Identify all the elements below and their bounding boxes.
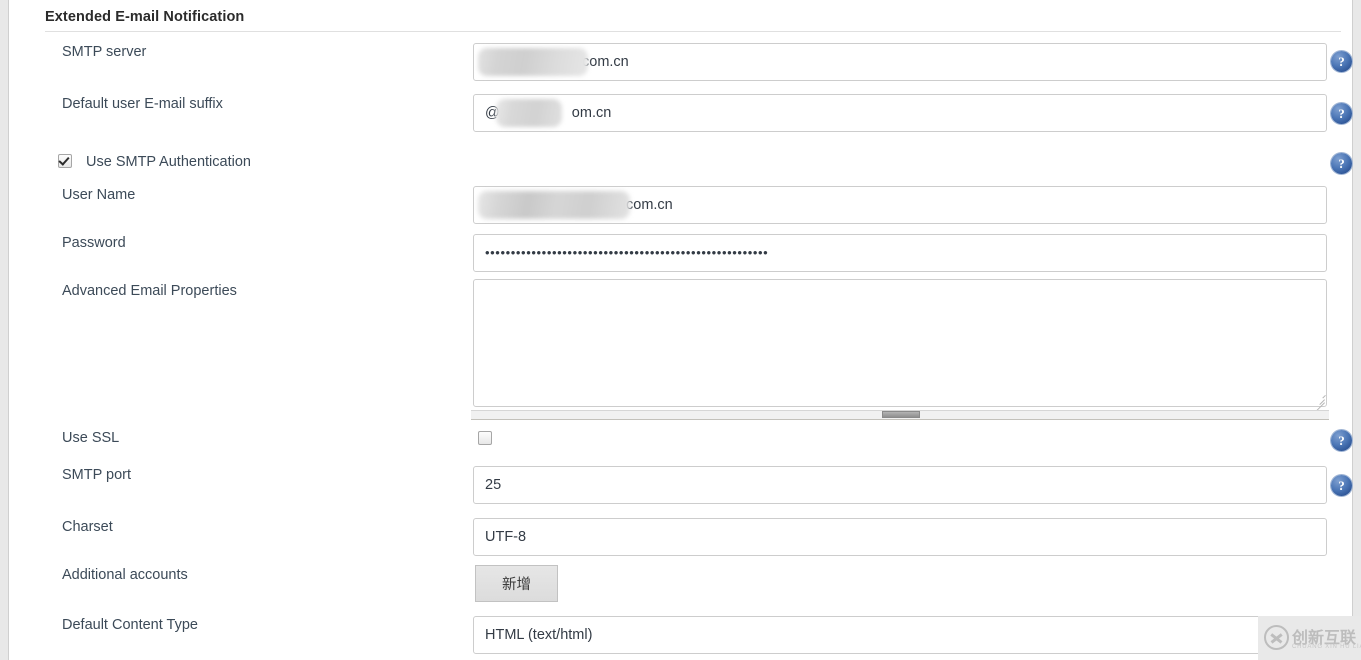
label-password: Password: [62, 235, 126, 251]
advanced-email-properties-textarea[interactable]: [473, 279, 1327, 407]
page-title: Extended E-mail Notification: [45, 9, 245, 25]
help-icon-glyph: ?: [1338, 433, 1345, 448]
use-smtp-auth-checkbox[interactable]: [58, 154, 72, 168]
label-additional-accounts: Additional accounts: [62, 567, 188, 583]
horizontal-scrollbar-thumb[interactable]: [882, 411, 920, 418]
email-suffix-input[interactable]: @p om.cn: [473, 94, 1327, 132]
smtp-server-input[interactable]: com.cn: [473, 43, 1327, 81]
watermark-pinyin: CHUANG XIN HU LIAN: [1292, 644, 1361, 650]
help-icon-use-smtp-auth[interactable]: ?: [1331, 153, 1352, 174]
help-icon-glyph: ?: [1338, 478, 1345, 493]
page-root: Extended E-mail Notification SMTP server…: [0, 0, 1361, 660]
help-icon-glyph: ?: [1338, 156, 1345, 171]
help-icon-glyph: ?: [1338, 106, 1345, 121]
help-icon-email-suffix[interactable]: ?: [1331, 103, 1352, 124]
watermark: 创新互联 CHUANG XIN HU LIAN: [1258, 616, 1361, 660]
user-name-input[interactable]: com.cn: [473, 186, 1327, 224]
label-user-name: User Name: [62, 187, 136, 203]
label-default-content-type: Default Content Type: [62, 617, 198, 633]
default-content-type-select[interactable]: HTML (text/html): [473, 616, 1327, 654]
email-suffix-suffix: om.cn: [571, 105, 612, 121]
help-icon-smtp-server[interactable]: ?: [1331, 51, 1352, 72]
help-icon-smtp-port[interactable]: ?: [1331, 475, 1352, 496]
label-use-smtp-auth: Use SMTP Authentication: [86, 154, 251, 170]
label-smtp-server: SMTP server: [62, 44, 147, 60]
label-advanced-email-properties: Advanced Email Properties: [62, 283, 237, 299]
watermark-logo-icon: [1264, 625, 1289, 650]
settings-content-pane: Extended E-mail Notification SMTP server…: [8, 0, 1353, 660]
help-icon-use-ssl[interactable]: ?: [1331, 430, 1352, 451]
add-account-button[interactable]: 新增: [475, 565, 558, 602]
label-use-ssl: Use SSL: [62, 430, 120, 446]
use-ssl-checkbox[interactable]: [478, 431, 492, 445]
email-suffix-prefix: @p: [485, 105, 508, 121]
charset-input[interactable]: UTF-8: [473, 518, 1327, 556]
title-divider: [45, 31, 1341, 32]
label-smtp-port: SMTP port: [62, 467, 132, 483]
smtp-port-input[interactable]: 25: [473, 466, 1327, 504]
help-icon-glyph: ?: [1338, 54, 1345, 69]
label-email-suffix: Default user E-mail suffix: [62, 96, 223, 112]
password-input[interactable]: ••••••••••••••••••••••••••••••••••••••••…: [473, 234, 1327, 272]
label-charset: Charset: [62, 519, 113, 535]
